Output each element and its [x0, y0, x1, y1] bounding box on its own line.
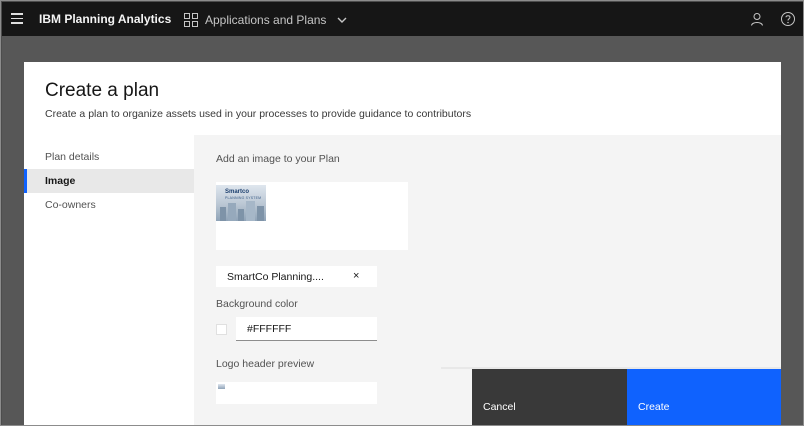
- logo-header-preview: [216, 382, 377, 404]
- dialog-side-nav: Plan details Image Co-owners: [24, 145, 194, 217]
- menu-icon[interactable]: [11, 13, 23, 25]
- dialog-subtitle: Create a plan to organize assets used in…: [45, 108, 472, 120]
- image-upload-area[interactable]: Smartco PLANNING SYSTEM: [216, 182, 408, 250]
- app-switcher-label: Applications and Plans: [205, 13, 327, 27]
- plan-image-thumbnail: Smartco PLANNING SYSTEM: [216, 185, 266, 221]
- create-plan-dialog: Create a plan Create a plan to organize …: [24, 62, 781, 425]
- top-navigation-bar: IBM Planning Analytics Applications and …: [2, 2, 803, 36]
- remove-file-icon[interactable]: ×: [353, 270, 359, 282]
- create-button[interactable]: Create: [627, 369, 781, 425]
- dialog-footer: Cancel Create: [472, 369, 781, 425]
- dialog-title: Create a plan: [45, 80, 160, 101]
- app-window: IBM Planning Analytics Applications and …: [0, 0, 804, 426]
- product-name[interactable]: IBM Planning Analytics: [39, 12, 171, 26]
- background-color-swatch[interactable]: [216, 324, 227, 335]
- logo-preview-image: [218, 384, 225, 389]
- help-icon[interactable]: [780, 11, 796, 27]
- thumbnail-title: Smartco: [225, 189, 250, 195]
- user-icon[interactable]: [750, 12, 764, 26]
- side-nav-item-plan-details[interactable]: Plan details: [24, 145, 194, 169]
- chevron-down-icon: [337, 17, 347, 23]
- apps-icon: [184, 13, 198, 27]
- background-color-label: Background color: [216, 298, 298, 310]
- add-image-label: Add an image to your Plan: [216, 153, 340, 165]
- side-nav-item-co-owners[interactable]: Co-owners: [24, 193, 194, 217]
- logo-header-preview-label: Logo header preview: [216, 358, 315, 370]
- file-name: SmartCo Planning....: [227, 271, 324, 283]
- app-switcher[interactable]: Applications and Plans: [184, 10, 348, 30]
- thumbnail-subtitle: PLANNING SYSTEM: [225, 196, 262, 200]
- cancel-button[interactable]: Cancel: [472, 369, 627, 425]
- selected-file-chip: SmartCo Planning.... ×: [216, 266, 377, 287]
- side-nav-item-image[interactable]: Image: [24, 169, 194, 193]
- background-color-input[interactable]: [236, 317, 377, 341]
